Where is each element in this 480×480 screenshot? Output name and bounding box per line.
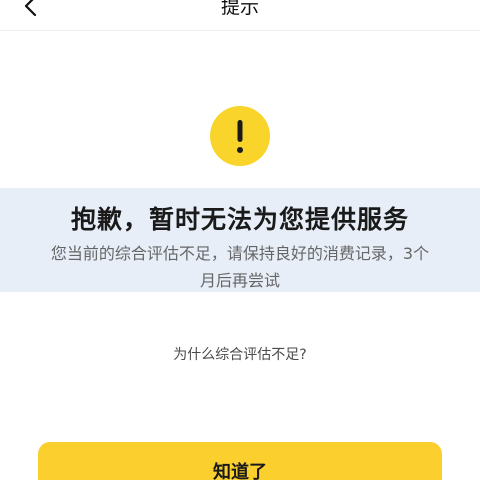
notice-heading: 抱歉，暂时无法为您提供服务 (70, 205, 409, 234)
notice-description: 您当前的综合评估不足，请保持良好的消费记录，3个月后再尝试 (50, 244, 430, 290)
notice-screen: 提示 抱歉，暂时无法为您提供服务 您当前的综合评估不足，请保持良好的消费记录，3… (0, 0, 480, 480)
confirm-button[interactable]: 知道了 (38, 442, 442, 480)
alert-icon (210, 106, 270, 166)
page-title: 提示 (220, 0, 259, 18)
nav-bar: 提示 (0, 0, 480, 31)
confirm-button-label: 知道了 (213, 462, 267, 480)
why-assessment-link[interactable]: 为什么综合评估不足? (0, 344, 480, 364)
exclamation-icon (237, 120, 243, 153)
